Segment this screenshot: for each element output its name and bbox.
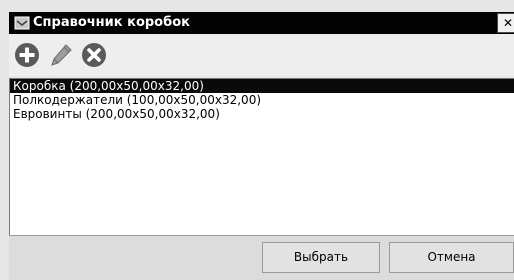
toolbar bbox=[9, 34, 514, 76]
button-bar: Выбрать Отмена bbox=[9, 236, 514, 280]
select-button[interactable]: Выбрать bbox=[262, 242, 380, 273]
app-icon bbox=[14, 15, 30, 31]
title-bar[interactable]: Справочник коробок ✕ bbox=[9, 12, 514, 34]
cancel-button[interactable]: Отмена bbox=[389, 242, 514, 273]
list-item[interactable]: Коробка (200,00x50,00x32,00) bbox=[10, 79, 514, 93]
add-button[interactable] bbox=[13, 41, 41, 69]
window-title: Справочник коробок bbox=[33, 15, 190, 30]
list-item[interactable]: Полкодержатели (100,00x50,00x32,00) bbox=[10, 93, 514, 107]
plus-circle-icon bbox=[15, 43, 39, 67]
x-circle-icon bbox=[82, 43, 106, 67]
close-button[interactable]: ✕ bbox=[497, 13, 514, 33]
pencil-icon bbox=[51, 44, 72, 66]
dialog-window: Справочник коробок ✕ Коробка (200,00x50,… bbox=[0, 0, 514, 280]
delete-button[interactable] bbox=[80, 41, 108, 69]
list-item[interactable]: Евровинты (200,00x50,00x32,00) bbox=[10, 107, 514, 121]
box-list[interactable]: Коробка (200,00x50,00x32,00) Полкодержат… bbox=[9, 78, 514, 236]
edit-button[interactable] bbox=[47, 41, 75, 69]
